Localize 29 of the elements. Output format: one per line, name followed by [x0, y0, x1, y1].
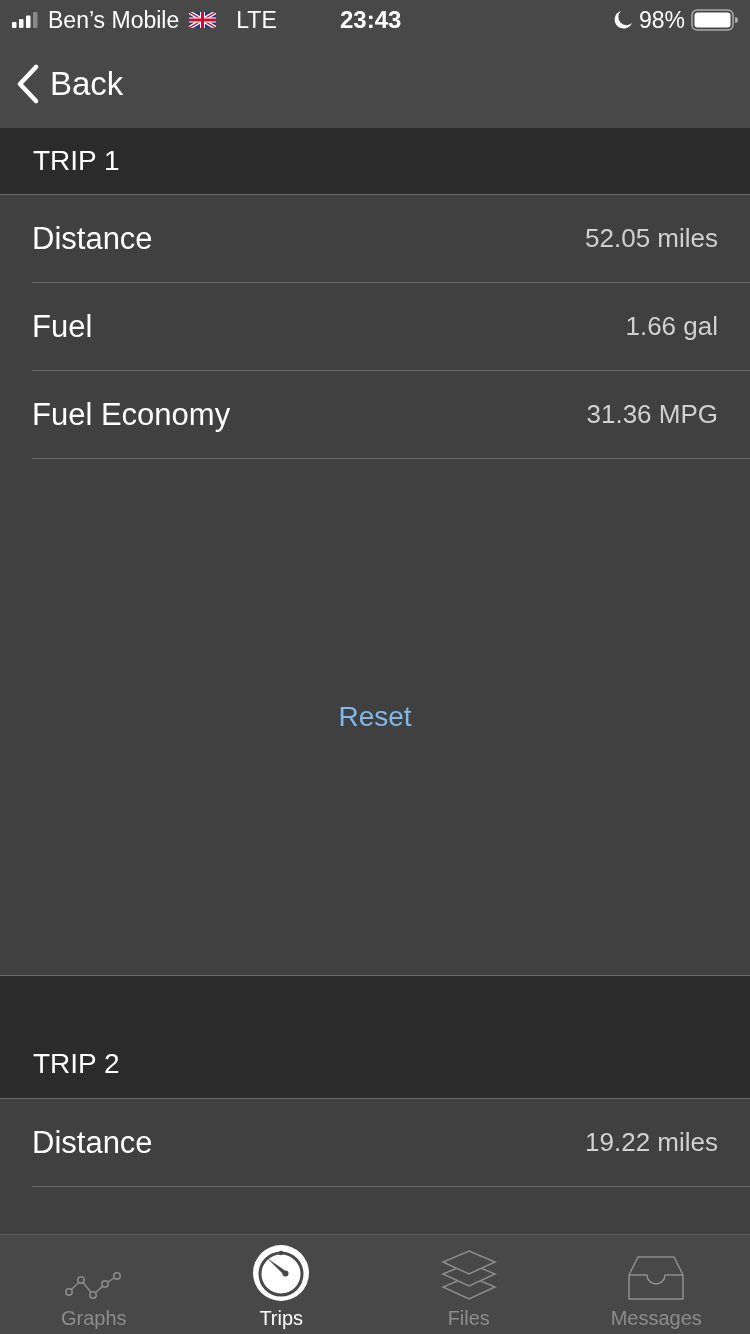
row-value: 31.36 MPG: [586, 399, 718, 430]
back-button[interactable]: Back: [16, 64, 124, 104]
layers-icon: [439, 1249, 498, 1301]
battery-percent: 98%: [638, 6, 685, 34]
flag-icon: [189, 12, 217, 28]
chevron-icon: [16, 64, 40, 104]
signal-icon: [12, 12, 38, 28]
moon-icon: [612, 10, 633, 30]
reset-button[interactable]: Reset: [330, 697, 420, 737]
tab[interactable]: Files: [375, 1235, 563, 1334]
section-title: TRIP 2: [33, 1048, 120, 1080]
clock-time: 23:43: [340, 6, 402, 34]
row-value: 52.05 miles: [585, 223, 718, 254]
row-label: Fuel: [32, 308, 93, 345]
carrier-name: Ben’s Mobile: [48, 6, 180, 34]
battery-icon: [691, 9, 738, 31]
row-label: Distance: [32, 1124, 153, 1161]
line-chart-icon: [64, 1271, 123, 1301]
gauge-icon: [253, 1245, 310, 1301]
row-value: 1.66 gal: [625, 311, 718, 342]
row-value: 19.22 miles: [585, 1127, 718, 1158]
row-label: Fuel Economy: [32, 396, 231, 433]
inbox-tray-icon: [627, 1255, 686, 1301]
row-label: Distance: [32, 220, 153, 257]
tab[interactable]: Graphs: [0, 1235, 188, 1334]
network-type: LTE: [236, 6, 277, 34]
section-title: TRIP 1: [33, 145, 120, 177]
tab[interactable]: Messages: [562, 1235, 750, 1334]
tab[interactable]: Trips: [187, 1235, 375, 1334]
